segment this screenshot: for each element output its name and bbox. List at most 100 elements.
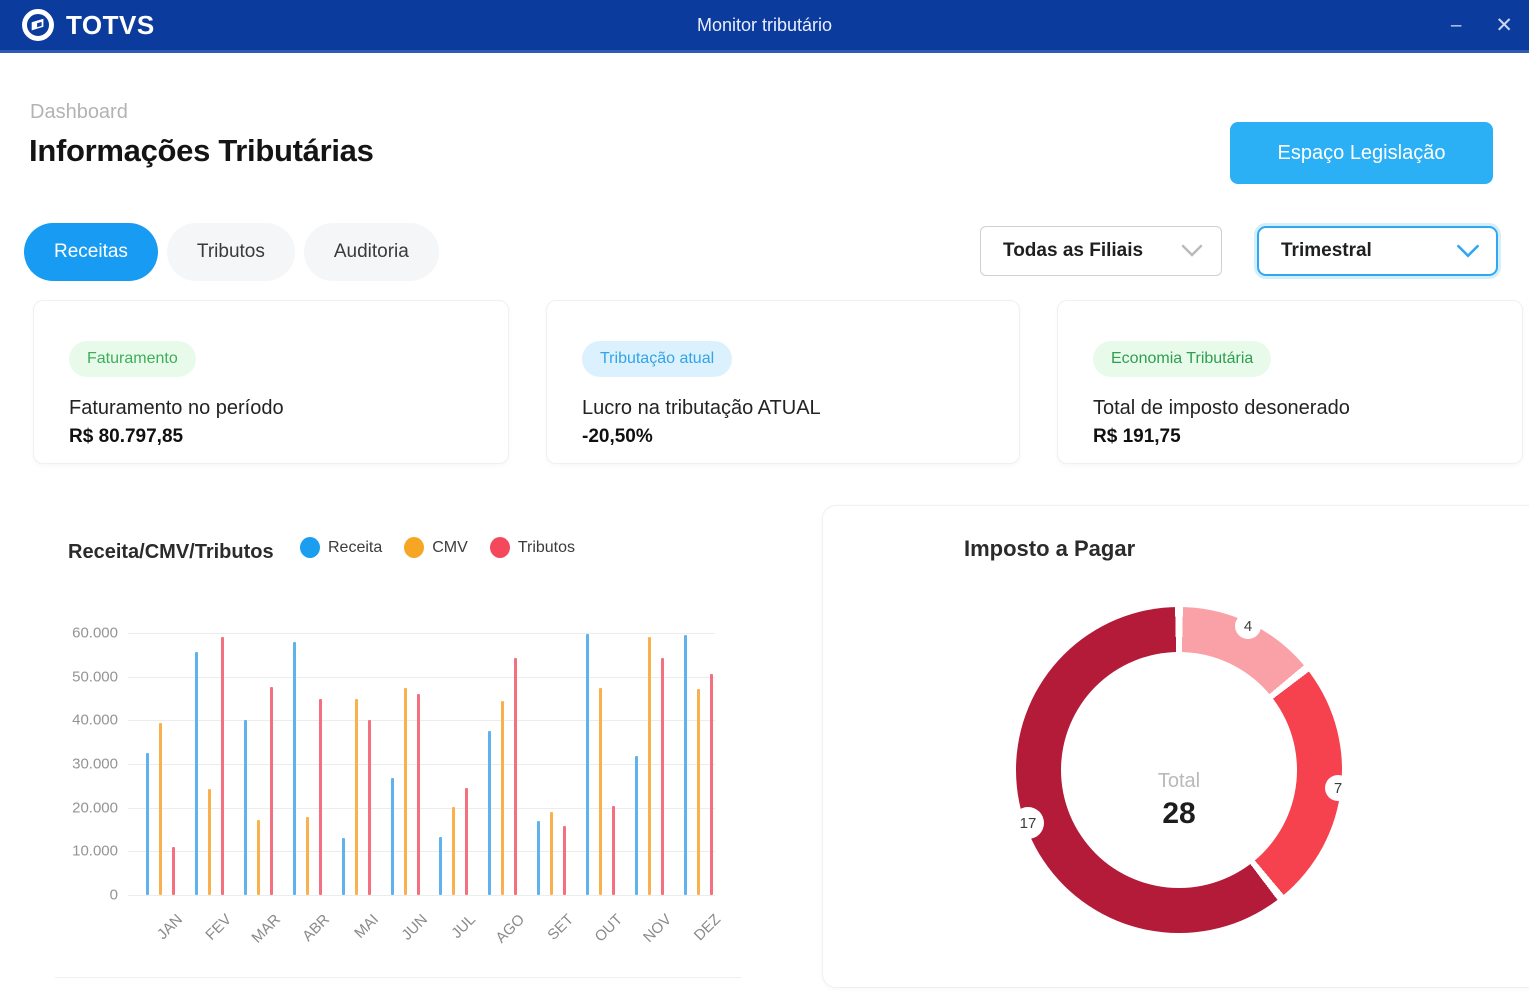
- bar-cmv-out: [599, 688, 603, 895]
- bar-cmv-ago: [501, 700, 505, 895]
- chevron-down-icon: [1181, 244, 1203, 257]
- divider: [55, 977, 741, 978]
- bar-tributos-ago: [514, 657, 518, 895]
- app-window: TOTVS Monitor tributário – ✕ Dashboard I…: [0, 0, 1529, 1003]
- bar-receita-mai: [341, 838, 345, 895]
- period-select-value: Trimestral: [1281, 240, 1372, 261]
- x-axis-tick: MAI: [350, 911, 382, 942]
- gridline: [128, 720, 715, 722]
- donut-slice-label: 4: [1235, 613, 1261, 639]
- donut-chart-title: Imposto a Pagar: [964, 536, 1136, 561]
- bar-cmv-jun: [403, 688, 407, 895]
- bar-cmv-jul: [452, 806, 456, 895]
- bar-cmv-jan: [159, 722, 162, 895]
- brand-name: TOTVS: [66, 9, 155, 40]
- x-axis-tick: FEV: [202, 911, 235, 944]
- close-icon[interactable]: ✕: [1495, 15, 1513, 36]
- kpi-card-tributacao: Tributação atual Lucro na tributação ATU…: [546, 300, 1020, 464]
- bar-chart-legend: Receita CMV Tributos: [300, 537, 575, 558]
- bar-tributos-dez: [709, 673, 713, 895]
- kpi-label: Faturamento no período: [69, 397, 284, 419]
- x-axis-tick: JUL: [448, 911, 480, 942]
- donut-total-value: 28: [1162, 797, 1196, 830]
- legend-item-tributos: Tributos: [489, 537, 575, 558]
- kpi-label: Total de imposto desonerado: [1093, 397, 1350, 419]
- bar-tributos-jan: [172, 847, 175, 895]
- breadcrumb: Dashboard: [30, 101, 128, 123]
- bar-receita-dez: [683, 634, 687, 895]
- donut-center: Total 28: [1061, 770, 1297, 831]
- legend-dot-tributos: [489, 537, 510, 558]
- donut-hole: Total 28: [1061, 652, 1297, 888]
- donut-slice-label: 17: [1012, 807, 1044, 839]
- window-controls: – ✕: [1451, 0, 1513, 50]
- x-axis-tick: JUN: [397, 911, 431, 944]
- bar-tributos-out: [612, 806, 616, 895]
- x-axis-tick: NOV: [640, 911, 676, 947]
- title-bar: TOTVS Monitor tributário – ✕: [0, 0, 1529, 53]
- gridline: [128, 764, 715, 765]
- espaco-legislacao-button[interactable]: Espaço Legislação: [1230, 122, 1493, 184]
- tab-tributos[interactable]: Tributos: [166, 223, 295, 281]
- bar-cmv-fev: [207, 789, 211, 895]
- kpi-value: -20,50%: [582, 426, 653, 447]
- bar-tributos-abr: [318, 699, 322, 895]
- bar-cmv-dez: [696, 688, 700, 895]
- gridline: [128, 633, 715, 634]
- branch-select[interactable]: Todas as Filiais: [980, 226, 1222, 276]
- status-badge: Faturamento: [69, 341, 196, 377]
- tab-auditoria[interactable]: Auditoria: [303, 223, 439, 281]
- bar-tributos-fev: [220, 637, 224, 895]
- legend-dot-receita: [300, 537, 320, 558]
- bar-tributos-jun: [416, 694, 420, 895]
- kpi-card-economia: Economia Tributária Total de imposto des…: [1057, 300, 1523, 464]
- status-badge: Tributação atual: [582, 341, 733, 377]
- tab-receitas[interactable]: Receitas: [24, 223, 158, 281]
- bar-tributos-set: [563, 826, 567, 895]
- bar-tributos-jul: [465, 788, 469, 895]
- status-badge: Economia Tributária: [1093, 341, 1272, 377]
- y-axis-tick: 0: [109, 886, 118, 904]
- bar-chart-plot: 60.000 50.000 40.000 30.000 20.000 10.000 0 JAN…: [72, 625, 724, 947]
- gridline: [128, 895, 715, 896]
- y-axis-tick: 20.000: [72, 799, 118, 817]
- bar-receita-mar: [243, 720, 247, 895]
- y-axis-tick: 60.000: [72, 624, 118, 642]
- y-axis-tick: 50.000: [72, 668, 118, 686]
- window-title: Monitor tributário: [696, 14, 833, 35]
- y-axis-tick: 30.000: [72, 755, 118, 773]
- gridline: [128, 851, 715, 853]
- imposto-a-pagar-card: Imposto a Pagar Total 28 4 7 17: [822, 505, 1529, 988]
- bar-chart-title: Receita/CMV/Tributos: [68, 541, 274, 563]
- branch-select-value: Todas as Filiais: [1003, 240, 1144, 261]
- bar-receita-jul: [439, 836, 443, 895]
- bar-tributos-mai: [367, 720, 371, 895]
- kpi-value: R$ 191,75: [1093, 426, 1181, 447]
- gridline: [128, 807, 715, 809]
- bar-tributos-nov: [661, 658, 664, 895]
- x-axis-tick: MAR: [248, 911, 284, 947]
- legend-item-cmv: CMV: [404, 537, 468, 558]
- bar-cmv-nov: [648, 637, 651, 895]
- y-axis-tick: 10.000: [72, 842, 118, 860]
- bar-receita-set: [537, 820, 541, 895]
- kpi-value: R$ 80.797,85: [69, 426, 184, 447]
- bar-cmv-set: [550, 812, 554, 895]
- bar-receita-ago: [488, 731, 492, 895]
- legend-item-receita: Receita: [300, 537, 382, 558]
- totvs-logo-icon: [22, 9, 54, 41]
- x-axis-tick: AGO: [492, 911, 529, 947]
- donut-total-label: Total: [1157, 770, 1201, 792]
- legend-dot-cmv: [404, 537, 425, 558]
- x-axis-tick: OUT: [591, 911, 627, 946]
- chevron-down-icon: [1457, 244, 1479, 258]
- bar-receita-jun: [390, 778, 394, 895]
- period-select[interactable]: Trimestral: [1257, 226, 1498, 276]
- kpi-label: Lucro na tributação ATUAL: [582, 397, 821, 419]
- minimize-icon[interactable]: –: [1451, 16, 1462, 35]
- bar-receita-abr: [292, 641, 296, 895]
- bar-receita-nov: [635, 756, 638, 895]
- x-axis-tick: DEZ: [690, 911, 724, 945]
- y-axis-tick: 40.000: [72, 711, 118, 729]
- brand: TOTVS: [20, 0, 155, 50]
